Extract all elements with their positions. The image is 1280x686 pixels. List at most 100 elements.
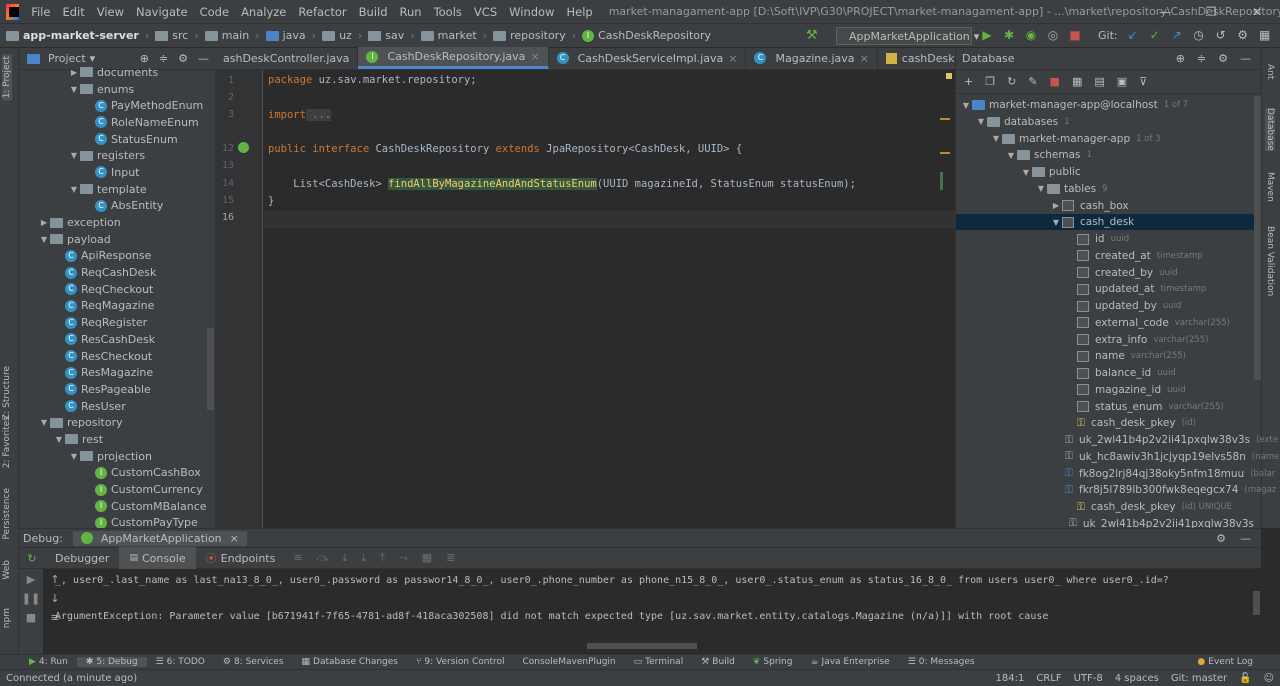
resume-icon[interactable]: ▶: [27, 573, 35, 586]
force-step-icon[interactable]: ⤓: [361, 551, 366, 565]
tool-tab-java-enterprise[interactable]: ☕ Java Enterprise: [801, 657, 898, 667]
stop-icon[interactable]: ■: [1050, 75, 1060, 88]
menu-analyze[interactable]: Analyze: [235, 5, 292, 19]
caret-position[interactable]: 184:1: [990, 673, 1031, 684]
menu-help[interactable]: Help: [560, 5, 598, 19]
breadcrumb-module[interactable]: app-market-server ›: [6, 29, 149, 42]
step-out-icon[interactable]: ⤒: [380, 551, 385, 565]
rerun-icon[interactable]: ↻: [19, 552, 45, 565]
copy-icon[interactable]: ❐: [985, 75, 995, 88]
globe-icon[interactable]: ⊕: [1176, 52, 1185, 65]
tool-tab-npm[interactable]: npm: [2, 608, 12, 628]
run-config-select[interactable]: AppMarketApplication ▾: [836, 27, 979, 45]
project-tree-item[interactable]: I CustomCashBox: [19, 465, 215, 482]
hide-icon[interactable]: —: [1240, 532, 1251, 545]
project-tree-item[interactable]: C Input: [19, 164, 215, 181]
expand-arrow-icon[interactable]: ▼: [68, 185, 80, 194]
add-icon[interactable]: +: [964, 75, 973, 88]
project-tree-item[interactable]: ▼ rest: [19, 431, 215, 448]
db-tree-item[interactable]: ⚿ fkr8j5l789lb300fwk8eqegcx74 (magaz: [956, 482, 1276, 498]
expand-arrow-icon[interactable]: ▼: [1035, 184, 1047, 193]
code-editor[interactable]: package uz.sav.market.repository; import…: [264, 70, 955, 528]
tool-tab-bean-validation[interactable]: Bean Validation: [1265, 226, 1275, 296]
breadcrumb-sav[interactable]: sav ›: [368, 29, 415, 42]
expand-arrow-icon[interactable]: ▶: [68, 68, 80, 77]
project-tree-item[interactable]: C ReqMagazine: [19, 298, 215, 315]
expand-arrow-icon[interactable]: ▼: [990, 134, 1002, 143]
tool-tab-database[interactable]: Database: [1265, 108, 1275, 151]
debug-icon[interactable]: ✱: [1002, 28, 1016, 42]
hide-icon[interactable]: —: [1240, 52, 1251, 65]
down-arrow-icon[interactable]: ↓: [50, 592, 59, 605]
minimize-icon[interactable]: —: [1142, 0, 1188, 24]
history-icon[interactable]: ◷: [1192, 28, 1206, 42]
expand-arrow-icon[interactable]: ▼: [68, 452, 80, 461]
project-tree-item[interactable]: C ReqRegister: [19, 314, 215, 331]
menu-file[interactable]: File: [25, 5, 56, 19]
run-icon[interactable]: ▶: [980, 28, 994, 42]
project-tree-item[interactable]: ▼ projection: [19, 448, 215, 465]
expand-arrow-icon[interactable]: ▼: [960, 101, 972, 110]
edit-icon[interactable]: ✎: [1028, 75, 1037, 88]
expand-arrow-icon[interactable]: ▼: [38, 418, 50, 427]
git-commit-icon[interactable]: ✓: [1148, 28, 1162, 42]
breadcrumb-uz[interactable]: uz ›: [322, 29, 362, 42]
console-hscroll[interactable]: [587, 643, 697, 649]
gear-icon[interactable]: ⚙: [1218, 52, 1228, 65]
structure-icon[interactable]: ▦: [1258, 28, 1272, 42]
stop-icon[interactable]: ■: [26, 611, 36, 624]
db-tree-item[interactable]: ▼ public: [956, 164, 1254, 180]
project-tree-item[interactable]: ▶ documents: [19, 64, 215, 81]
tool-tab-maven[interactable]: Maven: [1265, 172, 1275, 202]
pause-icon[interactable]: ❚❚: [22, 592, 40, 605]
menu-view[interactable]: View: [91, 5, 130, 19]
tool-tab-favorites[interactable]: 2: Favorites: [2, 416, 12, 468]
db-tree-item[interactable]: ▼ market-manager-app 1 of 3: [956, 131, 1254, 147]
console-tab[interactable]: ▤ Console: [119, 547, 196, 569]
file-encoding[interactable]: UTF-8: [1068, 673, 1109, 684]
tool-tab-structure[interactable]: Z: Structure: [2, 366, 12, 420]
debugger-tab[interactable]: Debugger: [45, 547, 119, 569]
debug-session-tab[interactable]: AppMarketApplication ×: [72, 530, 247, 546]
db-tree-item[interactable]: balance_id uuid: [956, 365, 1254, 381]
close-icon[interactable]: ✕: [1234, 0, 1280, 24]
db-tree-item[interactable]: updated_at timestamp: [956, 281, 1254, 297]
close-tab-icon[interactable]: ×: [860, 52, 869, 65]
db-tree-item[interactable]: ▼ tables 9: [956, 181, 1254, 197]
db-tree-item[interactable]: name varchar(255): [956, 348, 1254, 364]
menu-edit[interactable]: Edit: [56, 5, 90, 19]
db-tree-item[interactable]: extra_info varchar(255): [956, 332, 1254, 348]
project-tree-item[interactable]: C ResCheckout: [19, 348, 215, 365]
expand-arrow-icon[interactable]: ▶: [1050, 201, 1062, 210]
close-tab-icon[interactable]: ×: [530, 50, 539, 63]
error-stripe[interactable]: [940, 152, 950, 154]
implemented-gutter-icon[interactable]: [238, 142, 249, 153]
table-icon[interactable]: ▦: [1072, 75, 1082, 88]
tool-tab-console-maven[interactable]: ConsoleMavenPlugin: [514, 657, 625, 667]
gear-icon[interactable]: ⚙: [1216, 532, 1226, 545]
menu-build[interactable]: Build: [353, 5, 394, 19]
db-tree-item[interactable]: created_by uuid: [956, 265, 1254, 281]
project-tree-item[interactable]: C ResCashDesk: [19, 331, 215, 348]
expand-arrow-icon[interactable]: ▼: [68, 151, 80, 160]
restore-icon[interactable]: ❐: [1188, 0, 1234, 24]
warning-marker-icon[interactable]: [946, 73, 952, 79]
project-tree-item[interactable]: C ReqCheckout: [19, 281, 215, 298]
breadcrumb-file[interactable]: I CashDeskRepository: [582, 29, 711, 42]
project-tree-item[interactable]: ▼ enums: [19, 81, 215, 98]
tool-tab-event-log[interactable]: ● Event Log: [1188, 657, 1262, 667]
tool-tab-database-changes[interactable]: ▦ Database Changes: [293, 657, 407, 667]
expand-arrow-icon[interactable]: ▼: [1005, 151, 1017, 160]
console-vscroll[interactable]: [1253, 591, 1260, 615]
breadcrumb-src[interactable]: src ›: [155, 29, 199, 42]
project-tree-item[interactable]: C ResUser: [19, 398, 215, 415]
editor-tab[interactable]: ashDeskController.java: [215, 47, 359, 69]
menu-run[interactable]: Run: [394, 5, 428, 19]
expand-arrow-icon[interactable]: ▼: [38, 235, 50, 244]
coverage-icon[interactable]: ◉: [1024, 28, 1038, 42]
expand-arrow-icon[interactable]: ▼: [53, 435, 65, 444]
db-tree-item[interactable]: status_enum varchar(255): [956, 399, 1254, 415]
step-into-icon[interactable]: ⤓: [342, 551, 347, 565]
database-scrollbar[interactable]: [1254, 96, 1261, 380]
menu-window[interactable]: Window: [503, 5, 560, 19]
